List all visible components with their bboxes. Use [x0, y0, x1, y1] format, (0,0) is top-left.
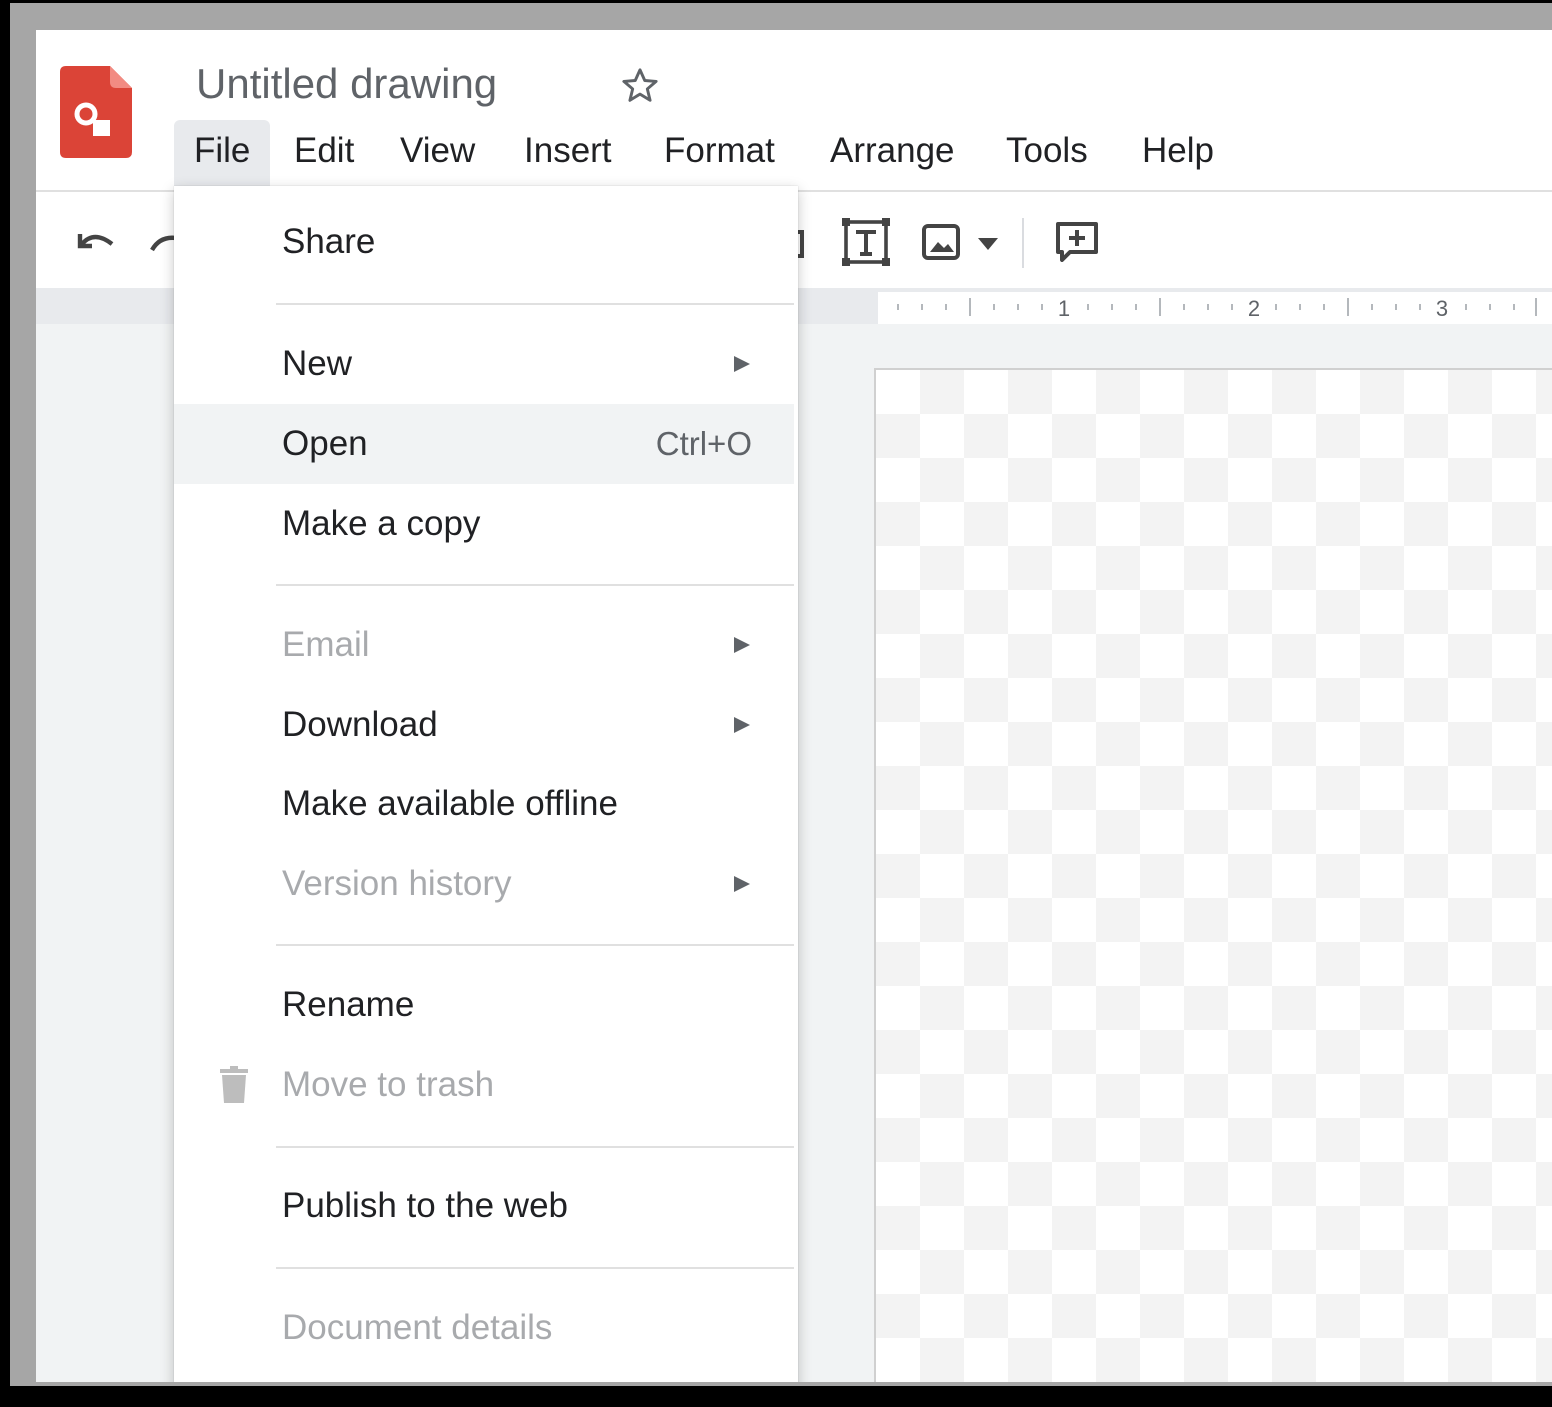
submenu-arrow-icon — [734, 356, 750, 372]
menu-item-move-to-trash[interactable]: Move to trash — [174, 1045, 794, 1125]
menu-item-label: Document details — [282, 1308, 553, 1347]
menu-separator — [276, 303, 794, 305]
add-comment-icon[interactable] — [1054, 220, 1100, 262]
text-box-icon[interactable] — [840, 216, 892, 268]
ruler-label: 2 — [1248, 296, 1260, 321]
menu-item-label: Version history — [282, 864, 512, 903]
menu-view[interactable]: View — [380, 120, 495, 186]
menu-separator — [276, 1146, 794, 1148]
menu-item-label: Rename — [282, 985, 415, 1024]
document-title[interactable]: Untitled drawing — [196, 60, 497, 108]
menu-item-label: Make a copy — [282, 504, 481, 543]
menu-file[interactable]: File — [174, 120, 271, 186]
menu-item-new[interactable]: New — [174, 324, 794, 404]
star-icon[interactable] — [618, 64, 662, 108]
dropdown-caret-icon[interactable] — [976, 236, 1000, 252]
menu-edit[interactable]: Edit — [274, 120, 374, 186]
menu-item-label: New — [282, 344, 353, 383]
menu-item-label: Make available offline — [282, 784, 618, 823]
menu-tools[interactable]: Tools — [986, 120, 1108, 186]
menu-arrange[interactable]: Arrange — [810, 120, 975, 186]
toolbar-separator — [1022, 218, 1024, 268]
horizontal-ruler: 1 2 3 — [878, 292, 1552, 324]
menu-separator — [276, 584, 794, 586]
menu-item-download[interactable]: Download — [174, 685, 794, 765]
menu-item-rename[interactable]: Rename — [174, 965, 794, 1045]
image-icon[interactable] — [920, 222, 962, 262]
menu-item-label: Download — [282, 705, 438, 744]
submenu-arrow-icon — [734, 637, 750, 653]
submenu-arrow-icon — [734, 876, 750, 892]
menu-item-label: Open — [282, 424, 368, 463]
google-drawings-logo-icon[interactable] — [60, 66, 132, 158]
menu-item-make-offline[interactable]: Make available offline — [174, 764, 794, 844]
drawings-app: Untitled drawing File Edit View Insert F… — [36, 30, 1552, 1382]
menu-separator — [276, 1267, 794, 1269]
menu-item-publish[interactable]: Publish to the web — [174, 1166, 794, 1246]
menu-help[interactable]: Help — [1122, 120, 1234, 186]
menu-item-make-copy[interactable]: Make a copy — [174, 484, 794, 564]
menu-insert[interactable]: Insert — [504, 120, 632, 186]
menu-format[interactable]: Format — [644, 120, 795, 186]
menu-item-label: Share — [282, 222, 376, 261]
ruler-label: 3 — [1436, 296, 1448, 321]
redo-icon[interactable] — [148, 222, 176, 262]
submenu-arrow-icon — [734, 717, 750, 733]
undo-icon[interactable] — [72, 222, 120, 262]
ruler-label: 1 — [1058, 296, 1070, 321]
menu-item-open[interactable]: Open Ctrl+O — [174, 404, 794, 484]
menu-item-document-details[interactable]: Document details — [174, 1288, 794, 1368]
drawing-canvas[interactable] — [874, 368, 1552, 1382]
keyboard-shortcut: Ctrl+O — [655, 425, 752, 462]
menu-item-label: Move to trash — [282, 1065, 495, 1104]
menu-item-label: Publish to the web — [282, 1186, 569, 1225]
menu-item-version-history[interactable]: Version history — [174, 844, 794, 924]
menu-item-share[interactable]: Share — [174, 202, 794, 282]
menu-item-email[interactable]: Email — [174, 605, 794, 685]
trash-icon — [220, 1066, 248, 1103]
file-menu-dropdown: Share New Open Ctrl+O Make a copy Email … — [174, 186, 798, 1382]
menu-separator — [276, 944, 794, 946]
menu-item-label: Email — [282, 625, 370, 664]
